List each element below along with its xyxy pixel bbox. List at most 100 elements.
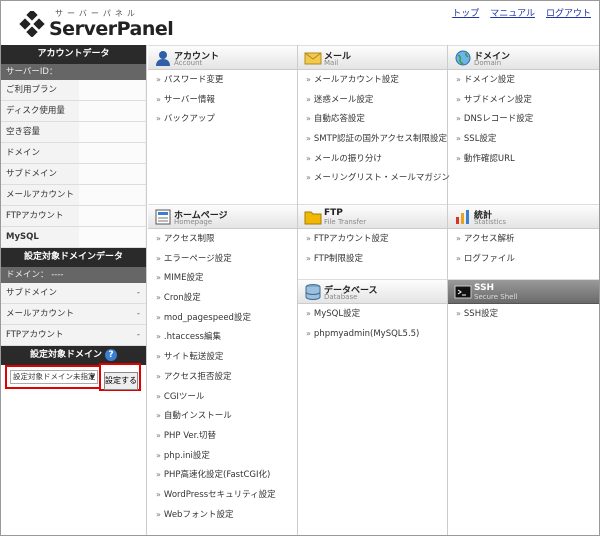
menu-item[interactable]: パスワード変更 xyxy=(148,70,297,90)
account-row-label: 空き容量 xyxy=(6,127,41,137)
menu-item[interactable]: ドメイン設定 xyxy=(448,70,599,90)
account-row-label: メールアカウント xyxy=(6,190,75,200)
menu-column-2: メール Mail メールアカウント設定 迷惑メール設定 自動応答設定 SMTP認… xyxy=(298,45,450,535)
account-data-heading: アカウントデータ xyxy=(1,45,146,64)
menu-item[interactable]: SMTP認証の国外アクセス制限設定 xyxy=(298,129,447,149)
help-icon[interactable]: ? xyxy=(105,348,117,361)
nav-top-link[interactable]: トップ xyxy=(452,6,479,19)
account-row-mail: メールアカウント xyxy=(1,185,146,206)
account-row-label: サブドメイン xyxy=(6,169,58,179)
menu-item[interactable]: アクセス制限 xyxy=(148,229,297,249)
bar-chart-icon xyxy=(456,210,469,224)
menu-item[interactable]: サイト転送設定 xyxy=(148,347,297,367)
account-row-label: MySQL xyxy=(6,232,39,242)
menu-item[interactable]: 迷惑メール設定 xyxy=(298,90,447,110)
menu-item[interactable]: MySQL設定 xyxy=(298,304,447,324)
menu-item[interactable]: 自動応答設定 xyxy=(298,109,447,129)
section-ftp-header: FTP File Transfer xyxy=(298,204,447,229)
account-row-free-space: 空き容量 xyxy=(1,122,146,143)
section-mail-subtitle: Mail xyxy=(324,59,339,67)
menu-item[interactable]: SSL設定 xyxy=(448,129,599,149)
menu-item[interactable]: PHP Ver.切替 xyxy=(148,426,297,446)
menu-item[interactable]: 自動インストール xyxy=(148,406,297,426)
server-id-row: サーバーID： xyxy=(1,64,146,80)
account-row-value xyxy=(79,122,145,142)
section-stats-header: 統計 Statistics xyxy=(448,204,599,229)
menu-item[interactable]: バックアップ xyxy=(148,109,297,129)
nav-logout-link[interactable]: ログアウト xyxy=(546,6,591,19)
menu-item[interactable]: アクセス解析 xyxy=(448,229,599,249)
logo-diamond-icon xyxy=(19,11,45,37)
menu-item[interactable]: MIME設定 xyxy=(148,268,297,288)
account-row-plan: ご利用プラン xyxy=(1,80,146,101)
menu-item[interactable]: 動作確認URL xyxy=(448,149,599,169)
domain-row-subdomain: サブドメイン - xyxy=(1,283,146,304)
account-row-value xyxy=(79,185,145,205)
domain-row-label: メールアカウント xyxy=(6,309,75,319)
menu-item[interactable]: DNSレコード設定 xyxy=(448,109,599,129)
envelope-icon xyxy=(304,52,322,65)
menu-item[interactable]: メールアカウント設定 xyxy=(298,70,447,90)
menu-item[interactable]: アクセス拒否設定 xyxy=(148,367,297,387)
target-domain-select[interactable]: 設定対象ドメイン未指定 ▼ xyxy=(10,370,98,384)
menu-item[interactable]: mod_pagespeed設定 xyxy=(148,308,297,328)
menu-item[interactable]: PHP高速化設定(FastCGI化) xyxy=(148,465,297,485)
account-row-value xyxy=(79,206,145,226)
domain-row-value: - xyxy=(136,330,140,340)
section-ssh-title: SSH xyxy=(474,283,495,293)
domain-row-mail: メールアカウント - xyxy=(1,304,146,325)
section-ftp-subtitle: File Transfer xyxy=(324,218,367,226)
menu-item[interactable]: .htaccess編集 xyxy=(148,327,297,347)
set-domain-button[interactable]: 設定する xyxy=(104,371,138,390)
section-account-header: アカウント Account xyxy=(148,45,297,70)
section-stats-subtitle: Statistics xyxy=(474,218,506,226)
menu-item[interactable]: Cron設定 xyxy=(148,288,297,308)
section-account-subtitle: Account xyxy=(174,59,203,67)
section-domain: ドメイン Domain ドメイン設定 サブドメイン設定 DNSレコード設定 SS… xyxy=(448,45,599,168)
logo[interactable]: サーバーパネル ServerPanel xyxy=(19,7,179,41)
menu-column-3: ドメイン Domain ドメイン設定 サブドメイン設定 DNSレコード設定 SS… xyxy=(448,45,599,535)
domain-label: ドメイン： ---- xyxy=(1,267,146,283)
section-homepage-subtitle: Homepage xyxy=(174,218,213,226)
section-stats: 統計 Statistics アクセス解析 ログファイル xyxy=(448,204,599,268)
user-icon xyxy=(156,51,170,66)
nav-manual-link[interactable]: マニュアル xyxy=(490,6,535,19)
account-row-subdomain: サブドメイン xyxy=(1,164,146,185)
account-row-value xyxy=(79,101,145,121)
menu-item[interactable]: WordPressセキュリティ設定 xyxy=(148,485,297,505)
menu-item[interactable]: php.ini設定 xyxy=(148,446,297,466)
menu-column-1: アカウント Account パスワード変更 サーバー情報 バックアップ ホームペ… xyxy=(148,45,298,535)
menu-item[interactable]: サーバー情報 xyxy=(148,90,297,110)
section-homepage: ホームページ Homepage アクセス制限 エラーページ設定 MIME設定 C… xyxy=(148,204,297,524)
domain-select-highlight: 設定対象ドメイン未指定 ▼ xyxy=(5,365,101,389)
section-mail: メール Mail メールアカウント設定 迷惑メール設定 自動応答設定 SMTP認… xyxy=(298,45,450,188)
menu-item[interactable]: サブドメイン設定 xyxy=(448,90,599,110)
header: サーバーパネル ServerPanel トップ マニュアル ログアウト xyxy=(1,1,599,45)
target-domain-select-value: 設定対象ドメイン未指定 xyxy=(13,372,96,381)
sidebar: アカウントデータ サーバーID： ご利用プラン ディスク使用量 空き容量 ドメイ… xyxy=(1,45,147,535)
section-mail-header: メール Mail xyxy=(298,45,447,70)
menu-item[interactable]: ログファイル xyxy=(448,249,599,269)
menu-item[interactable]: エラーページ設定 xyxy=(148,249,297,269)
domain-row-label: FTPアカウント xyxy=(6,330,64,340)
section-account: アカウント Account パスワード変更 サーバー情報 バックアップ xyxy=(148,45,297,129)
menu-item[interactable]: メールの振り分け xyxy=(298,149,447,169)
database-icon xyxy=(305,284,321,300)
document-icon xyxy=(155,209,171,225)
target-domain-title: 設定対象ドメイン xyxy=(29,350,102,360)
account-row-value xyxy=(79,227,145,247)
menu-item[interactable]: FTPアカウント設定 xyxy=(298,229,447,249)
menu-item[interactable]: メーリングリスト・メールマガジン xyxy=(298,168,450,188)
section-ssh: SSH Secure Shell SSH設定 xyxy=(448,279,599,324)
terminal-icon xyxy=(454,285,472,299)
account-row-disk-usage: ディスク使用量 xyxy=(1,101,146,122)
menu-item[interactable]: phpmyadmin(MySQL5.5) xyxy=(298,324,447,344)
menu-item[interactable]: CGIツール xyxy=(148,387,297,407)
chevron-down-icon: ▼ xyxy=(89,373,95,381)
account-row-label: ドメイン xyxy=(6,148,41,158)
set-button-highlight: 設定する xyxy=(99,363,141,391)
menu-item[interactable]: SSH設定 xyxy=(448,304,599,324)
menu-item[interactable]: FTP制限設定 xyxy=(298,249,447,269)
section-domain-subtitle: Domain xyxy=(474,59,502,67)
menu-item[interactable]: Webフォント設定 xyxy=(148,505,297,525)
